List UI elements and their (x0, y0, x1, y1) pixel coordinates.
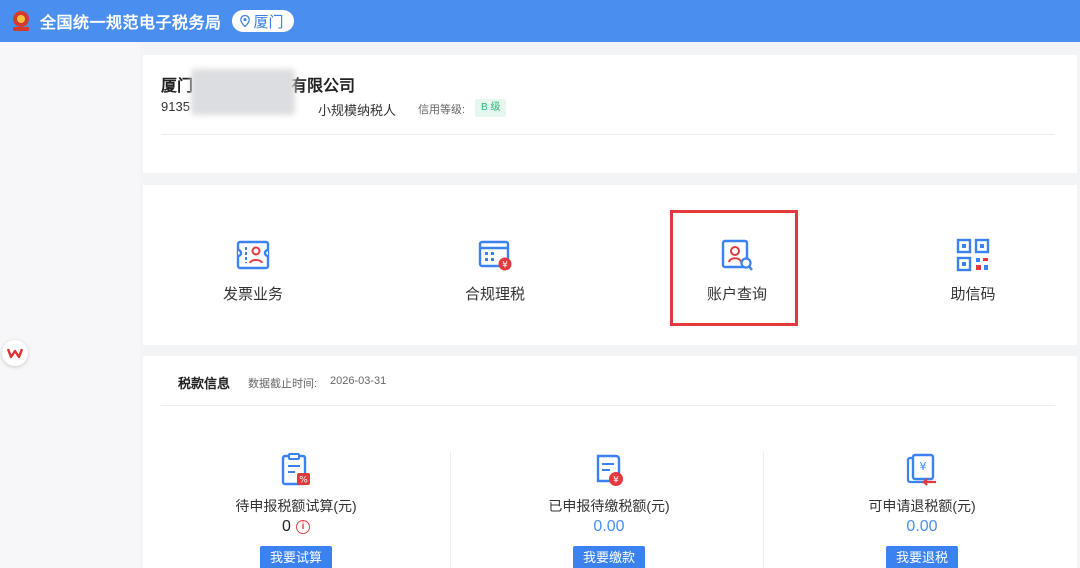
city-label: 厦门 (253, 13, 284, 31)
taxpayer-type: 小规模纳税人 (318, 103, 397, 118)
svg-text:¥: ¥ (920, 460, 927, 473)
column-separator (763, 451, 764, 568)
pay-tax-button[interactable]: 我要缴款 (572, 546, 645, 568)
action-label: 助信码 (950, 286, 996, 303)
location-pin-icon (239, 15, 250, 27)
tax-emblem-icon (8, 8, 34, 34)
city-selector[interactable]: 厦门 (231, 10, 294, 32)
left-rail (0, 42, 140, 568)
svg-text:¥: ¥ (502, 261, 508, 271)
tax-info-panel: 税款信息 数据截止时间: 2026-03-31 % 待申报税额试算(元) 0 i… (143, 356, 1077, 568)
company-tax-id: 9135 (161, 99, 190, 114)
company-panel: 厦门 有限公司 9135 小规模纳税人 信用等级: B 级 (143, 55, 1077, 173)
svg-text:¥: ¥ (613, 476, 619, 486)
tax-column-value: 0.00 (593, 518, 625, 535)
floating-app-badge[interactable] (2, 340, 28, 366)
payment-doc-icon: ¥ (596, 454, 623, 486)
tax-column-label: 可申请退税额(元) (868, 498, 976, 514)
qr-code-icon (956, 238, 990, 272)
divider (161, 134, 1055, 135)
app-title: 全国统一规范电子税务局 (40, 15, 222, 32)
data-cutoff-date: 2026-03-31 (330, 375, 387, 387)
column-separator (450, 451, 451, 568)
action-compliance-tax[interactable]: ¥ 合规理税 (425, 185, 565, 345)
tax-column-declared: ¥ 已申报待缴税额(元) 0.00 我要缴款 (509, 444, 709, 568)
compliance-icon: ¥ (478, 240, 512, 271)
trial-calc-button[interactable]: 我要试算 (259, 546, 332, 568)
tax-column-label: 已申报待缴税额(元) (548, 498, 670, 514)
invoice-icon (236, 240, 270, 270)
tax-column-value: 0.00 (906, 518, 938, 535)
refund-doc-icon: ¥ (906, 453, 936, 486)
action-credit-code[interactable]: 助信码 (903, 185, 1043, 345)
svg-text:%: % (299, 476, 308, 486)
tax-column-pending: % 待申报税额试算(元) 0 i 我要试算 (196, 444, 396, 568)
tax-column-refund: ¥ 可申请退税额(元) 0.00 我要退税 (822, 444, 1022, 568)
apply-refund-button[interactable]: 我要退税 (885, 546, 958, 568)
info-icon[interactable]: i (295, 520, 310, 534)
quick-actions-panel: 发票业务 ¥ 合规理税 账户查询 助信码 (143, 185, 1077, 345)
calculator-doc-icon: % (281, 453, 310, 486)
action-label: 发票业务 (222, 286, 283, 303)
credit-rating-badge: B 级 (475, 99, 507, 117)
action-invoice-business[interactable]: 发票业务 (183, 185, 323, 345)
redaction-blur (191, 69, 295, 115)
tax-column-value: 0 i (282, 518, 310, 536)
tax-column-label: 待申报税额试算(元) (235, 498, 357, 514)
credit-rating-label: 信用等级: (418, 104, 466, 116)
action-label: 合规理税 (464, 286, 525, 303)
data-cutoff-label: 数据截止时间: (248, 378, 318, 390)
highlight-box (670, 210, 798, 326)
w-logo-icon (7, 348, 23, 359)
top-header: 全国统一规范电子税务局 厦门 (0, 0, 1080, 42)
tax-info-title: 税款信息 (178, 376, 231, 391)
divider (161, 405, 1055, 406)
